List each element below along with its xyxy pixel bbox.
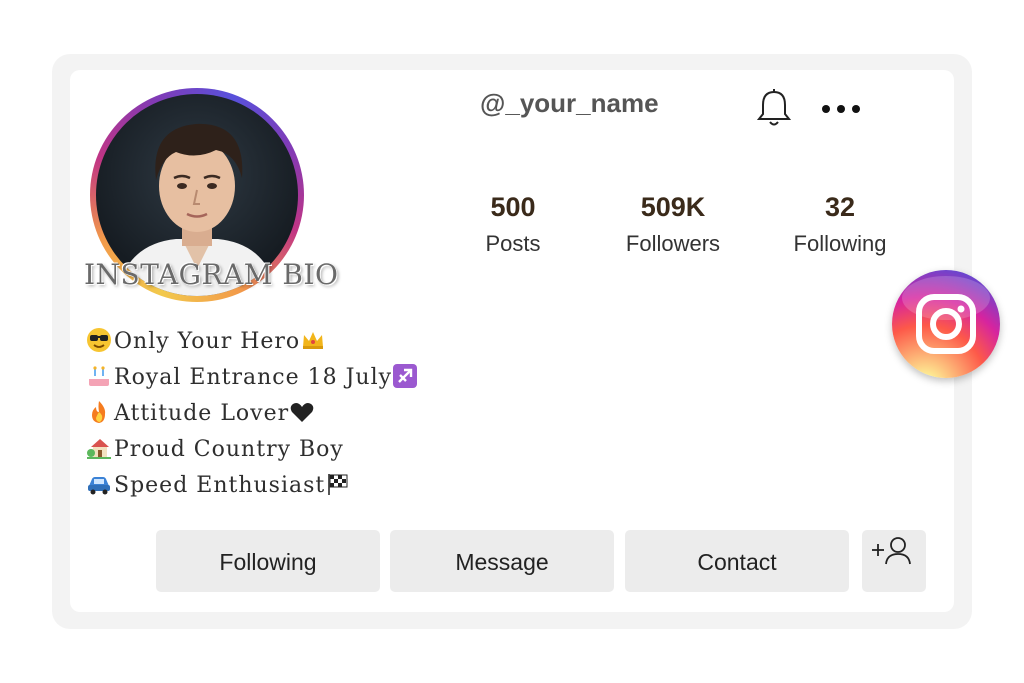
sagittarius-icon xyxy=(393,364,418,388)
checkered-flag-icon xyxy=(328,474,348,495)
dot-icon xyxy=(822,104,830,113)
message-button[interactable]: Message xyxy=(390,530,614,592)
sunglasses-face-icon xyxy=(87,328,111,352)
stat-followers-count: 509K xyxy=(640,192,706,222)
car-icon xyxy=(88,477,110,495)
bio-text: Speed Enthusiast xyxy=(114,473,326,498)
bio-line: Speed Enthusiast xyxy=(86,468,420,504)
add-user-button[interactable] xyxy=(862,530,926,592)
stat-followers-label: Followers xyxy=(625,231,721,256)
crown-icon xyxy=(303,332,324,349)
bio-text: Attitude Lover xyxy=(114,401,290,426)
bio-text: Proud Country Boy xyxy=(114,437,344,462)
dot-icon xyxy=(852,104,860,113)
stat-posts-label: Posts xyxy=(485,231,541,256)
contact-button[interactable]: Contact xyxy=(625,530,849,592)
fire-icon xyxy=(92,401,106,423)
bio-text: Royal Entrance 18 July xyxy=(114,365,393,390)
bio-line: Proud Country Boy xyxy=(86,432,420,468)
watermark-text: INSTAGRAM BIO xyxy=(84,258,339,291)
dot-icon xyxy=(837,104,845,113)
bio-text: Only Your Hero xyxy=(114,329,301,354)
birthday-cake-icon xyxy=(89,366,109,386)
bio-line: Only Your Hero xyxy=(86,324,420,360)
instagram-camera-icon xyxy=(916,294,976,354)
instagram-logo xyxy=(892,270,1000,378)
profile-username: @_your_name xyxy=(480,88,659,118)
bio-line: Royal Entrance 18 July xyxy=(86,360,420,396)
bio-line: Attitude Lover xyxy=(86,396,420,432)
stat-posts[interactable]: 500 Posts xyxy=(470,192,556,257)
stat-following-label: Following xyxy=(793,231,887,256)
stat-following[interactable]: 32 Following xyxy=(780,192,900,257)
add-user-icon xyxy=(872,537,911,565)
more-options-icon[interactable] xyxy=(822,100,870,116)
stat-following-count: 32 xyxy=(824,192,856,222)
stat-followers[interactable]: 509K Followers xyxy=(612,192,734,257)
bell-icon[interactable] xyxy=(756,88,792,128)
black-heart-icon xyxy=(290,403,314,422)
bio-section: Only Your Hero Royal Entrance 18 July At… xyxy=(86,324,420,504)
house-with-garden-icon xyxy=(87,439,111,459)
following-button[interactable]: Following xyxy=(156,530,380,592)
stat-posts-count: 500 xyxy=(490,192,536,222)
